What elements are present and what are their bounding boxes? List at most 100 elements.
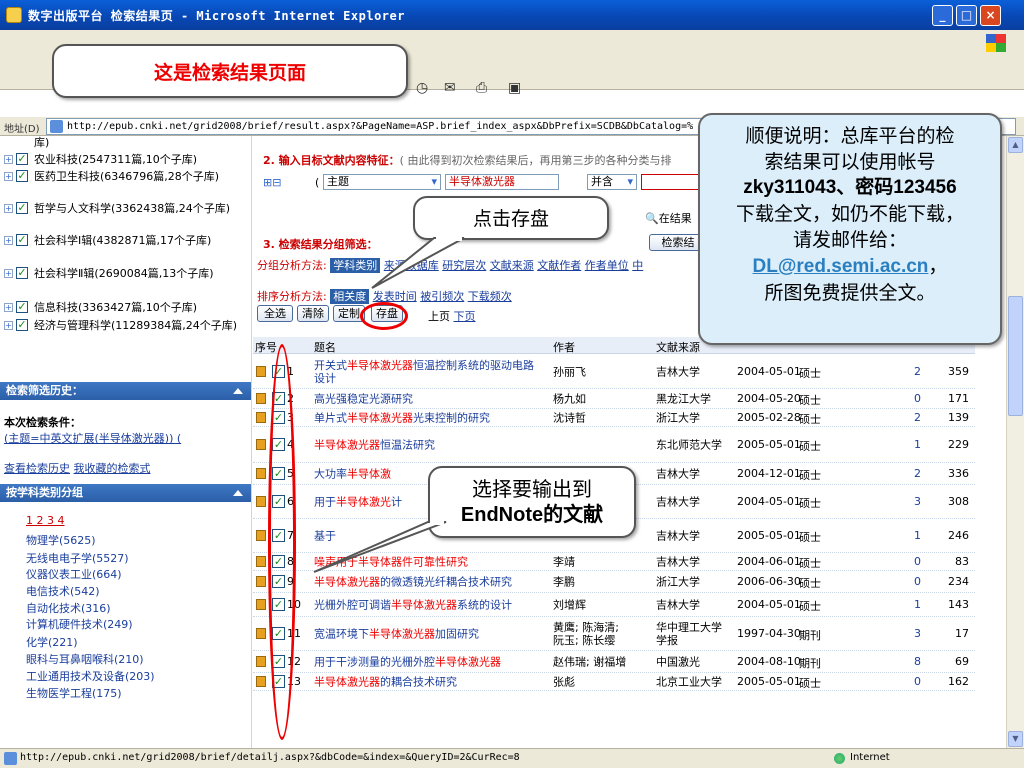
tab-institution[interactable]: 作者单位 [585, 259, 629, 272]
document-icon[interactable] [256, 495, 266, 507]
group-header[interactable]: 按学科类别分组 [0, 484, 251, 502]
row-source[interactable]: 吉林大学 [656, 365, 731, 378]
vertical-scrollbar[interactable]: ▲ ▼ [1006, 136, 1024, 748]
row-author[interactable]: 孙丽飞 [553, 365, 633, 378]
row-source[interactable]: 华中理工大学学报 [656, 621, 731, 647]
checkbox[interactable]: ✓ [16, 267, 28, 279]
document-icon[interactable] [256, 675, 266, 687]
expand-icon[interactable]: + [4, 269, 13, 278]
expand-icon[interactable]: + [4, 236, 13, 245]
expand-icon[interactable]: + [4, 172, 13, 181]
collapse-arrow-icon[interactable] [233, 490, 243, 496]
document-icon[interactable] [256, 438, 266, 450]
checkbox[interactable]: ✓ [16, 319, 28, 331]
dropdown-icon[interactable]: ▾ [627, 175, 633, 189]
tab-more[interactable]: 中 [632, 259, 643, 272]
row-author[interactable]: 沈诗哲 [553, 411, 633, 424]
clear-button[interactable]: 清除 [297, 305, 329, 322]
pagination[interactable]: 1 2 3 4 [26, 514, 64, 527]
mail-icon[interactable]: ✉ [444, 80, 456, 96]
category-item[interactable]: 生物医学工程(175) [26, 685, 122, 701]
table-row[interactable]: ✓ 2 高光强稳定光源研究 杨九如 黑龙江大学 2004-05-20 硕士 0 171 [253, 389, 975, 409]
row-cited[interactable]: 8 [851, 655, 921, 668]
document-icon[interactable] [256, 529, 266, 541]
row-author[interactable]: 李靖 [553, 555, 633, 568]
category-item[interactable]: 工业通用技术及设备(203) [26, 668, 155, 684]
row-cited[interactable]: 2 [851, 365, 921, 378]
row-title[interactable]: 开关式半导体激光器恒温控制系统的驱动电路设计 [314, 359, 544, 385]
row-title[interactable]: 半导体激光器的耦合技术研究 [314, 675, 544, 688]
document-icon[interactable] [256, 365, 266, 377]
row-source[interactable]: 黑龙江大学 [656, 392, 731, 405]
search-field[interactable]: 半导体激光器 [445, 174, 559, 190]
row-cited[interactable]: 1 [851, 598, 921, 611]
row-source[interactable]: 吉林大学 [656, 495, 731, 508]
expand-icon[interactable]: + [4, 204, 13, 213]
table-row[interactable]: ✓ 3 单片式半导体激光器光束控制的研究 沈诗哲 浙江大学 2005-02-28 硕士 2 13… [253, 409, 975, 427]
row-title[interactable]: 光栅外腔可调谐半导体激光器系统的设计 [314, 598, 544, 611]
row-cited[interactable]: 3 [851, 495, 921, 508]
category-item[interactable]: 计算机硬件技术(249) [26, 616, 133, 632]
scroll-up-icon[interactable]: ▲ [1008, 137, 1023, 153]
saved-queries-link[interactable]: 我收藏的检索式 [74, 462, 151, 475]
row-cited[interactable]: 1 [851, 529, 921, 542]
category-item[interactable]: 化学(221) [26, 634, 78, 650]
checkbox[interactable]: ✓ [16, 301, 28, 313]
and-select[interactable]: 并含 ▾ [587, 174, 637, 190]
checkbox[interactable]: ✓ [16, 153, 28, 165]
table-row[interactable]: ✓ 4 半导体激光器恒温法研究 东北师范大学 2005-05-01 硕士 1 229 [253, 427, 975, 463]
close-button[interactable]: × [980, 5, 1001, 26]
minimize-button[interactable]: _ [932, 5, 953, 26]
row-source[interactable]: 吉林大学 [656, 467, 731, 480]
row-author[interactable]: 李鹏 [553, 575, 633, 588]
category-item[interactable]: 眼科与耳鼻咽喉科(210) [26, 651, 144, 667]
document-icon[interactable] [256, 555, 266, 567]
document-icon[interactable] [256, 392, 266, 404]
next-page[interactable]: 下页 [454, 310, 476, 323]
row-cited[interactable]: 0 [851, 675, 921, 688]
dropdown-icon[interactable]: ▾ [431, 175, 437, 189]
row-title[interactable]: 高光强稳定光源研究 [314, 392, 544, 405]
scroll-down-icon[interactable]: ▼ [1008, 731, 1023, 747]
email-link[interactable]: DL@red.semi.ac.cn [753, 256, 929, 277]
row-source[interactable]: 浙江大学 [656, 575, 731, 588]
row-cited[interactable]: 3 [851, 627, 921, 640]
row-source[interactable]: 吉林大学 [656, 529, 731, 542]
category-item[interactable]: 电信技术(542) [26, 583, 100, 599]
category-item[interactable]: 仪器仪表工业(664) [26, 566, 122, 582]
row-cited[interactable]: 1 [851, 438, 921, 451]
tab-author[interactable]: 文献作者 [537, 259, 581, 272]
document-icon[interactable] [256, 627, 266, 639]
category-item[interactable]: 物理学(5625) [26, 532, 96, 548]
table-row[interactable]: ✓ 11 宽温环境下半导体激光器加固研究 黄鹰; 陈海清; 阮玉; 陈长缨 华中理工大学… [253, 617, 975, 651]
print-icon[interactable]: ⎙ [476, 80, 487, 96]
row-cited[interactable]: 0 [851, 575, 921, 588]
collapse-arrow-icon[interactable] [233, 388, 243, 394]
document-icon[interactable] [256, 467, 266, 479]
maximize-button[interactable]: □ [956, 5, 977, 26]
history-icon[interactable]: ◷ [416, 80, 428, 96]
row-source[interactable]: 浙江大学 [656, 411, 731, 424]
category-item[interactable]: 自动化技术(316) [26, 600, 111, 616]
row-title[interactable]: 半导体激光器恒温法研究 [314, 438, 544, 451]
row-source[interactable]: 吉林大学 [656, 555, 731, 568]
row-source[interactable]: 中国激光 [656, 655, 731, 668]
row-author[interactable]: 黄鹰; 陈海清; 阮玉; 陈长缨 [553, 621, 633, 647]
table-row[interactable]: ✓ 13 半导体激光器的耦合技术研究 张彪 北京工业大学 2005-05-01 硕士 0 162 [253, 673, 975, 691]
document-icon[interactable] [256, 411, 266, 423]
second-field[interactable] [641, 174, 701, 190]
table-row[interactable]: ✓ 10 光栅外腔可调谐半导体激光器系统的设计 刘增辉 吉林大学 2004-05-01 硕士… [253, 593, 975, 617]
view-history-link[interactable]: 查看检索历史 [4, 462, 70, 475]
expand-icon[interactable]: + [4, 303, 13, 312]
add-remove-icons[interactable]: ⊞⊟ [263, 176, 281, 189]
row-author[interactable]: 赵伟瑞; 谢福增 [553, 655, 633, 668]
document-icon[interactable] [256, 575, 266, 587]
checkbox[interactable]: ✓ [16, 170, 28, 182]
table-row[interactable]: ✓ 12 用于干涉测量的光栅外腔半导体激光器 赵伟瑞; 谢福增 中国激光 2004-08-… [253, 651, 975, 673]
edit-icon[interactable]: ▣ [508, 80, 521, 96]
expand-icon[interactable]: + [4, 155, 13, 164]
row-source[interactable]: 吉林大学 [656, 598, 731, 611]
table-row[interactable]: ✓ 1 开关式半导体激光器恒温控制系统的驱动电路设计 孙丽飞 吉林大学 2004-05-0… [253, 355, 975, 389]
prev-page[interactable]: 上页 [428, 310, 450, 323]
row-cited[interactable]: 2 [851, 411, 921, 424]
